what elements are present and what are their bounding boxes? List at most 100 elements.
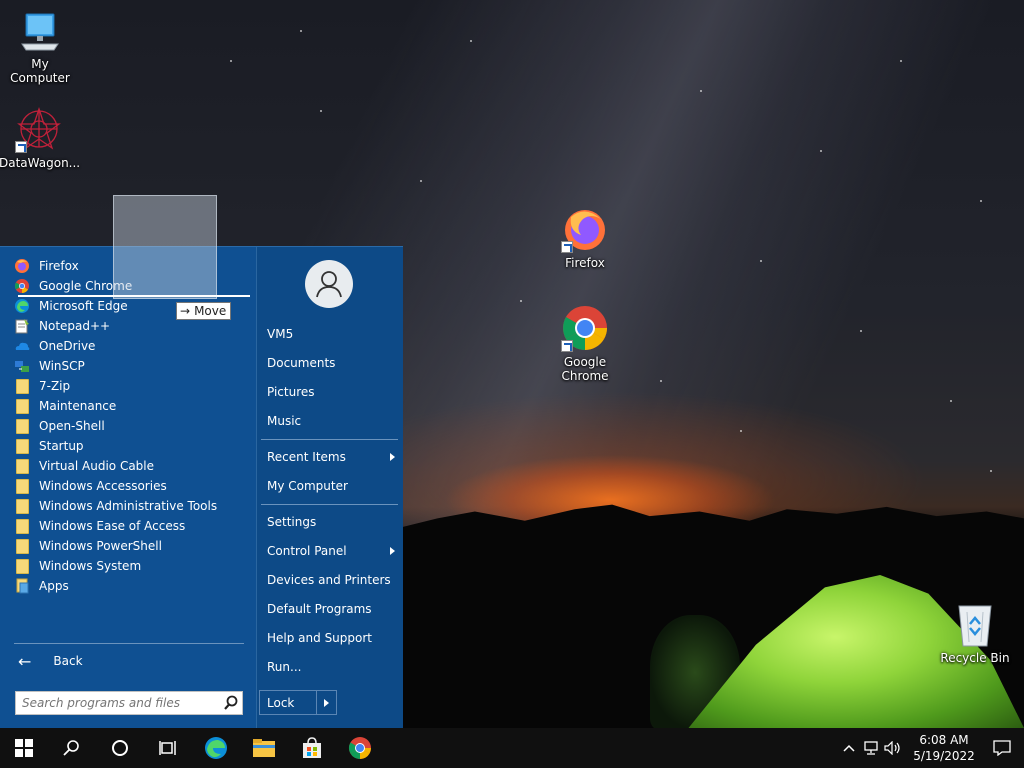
folder-icon bbox=[16, 378, 29, 394]
menu-label: Default Programs bbox=[267, 602, 372, 616]
menu-label: Documents bbox=[267, 356, 336, 370]
desktop-icon-firefox[interactable]: Firefox bbox=[545, 205, 625, 270]
store-icon bbox=[303, 737, 321, 758]
program-label: Windows System bbox=[39, 559, 142, 573]
divider bbox=[14, 643, 244, 644]
taskbar-edge[interactable] bbox=[192, 728, 240, 768]
submenu-arrow-icon bbox=[390, 453, 395, 461]
menu-label: Pictures bbox=[267, 385, 315, 399]
drop-insertion-marker bbox=[18, 295, 250, 297]
menu-label: Recent Items bbox=[267, 450, 346, 464]
program-label: Microsoft Edge bbox=[39, 299, 128, 313]
desktop-icon-my-computer[interactable]: My Computer bbox=[0, 10, 80, 85]
desktop-icon-label: Google Chrome bbox=[561, 355, 609, 383]
folder-icon bbox=[16, 398, 29, 414]
computer-icon bbox=[18, 10, 62, 54]
task-view-button[interactable] bbox=[144, 728, 192, 768]
drag-move-tooltip: → Move bbox=[176, 302, 231, 320]
user-avatar[interactable] bbox=[305, 260, 353, 308]
program-folder-windows-ease-of-access[interactable]: Windows Ease of Access bbox=[14, 516, 244, 536]
program-folder-windows-admin-tools[interactable]: Windows Administrative Tools bbox=[14, 496, 244, 516]
clock[interactable]: 6:08 AM 5/19/2022 bbox=[908, 732, 980, 764]
start-button[interactable] bbox=[0, 728, 48, 768]
back-label: Back bbox=[53, 654, 83, 668]
firefox-icon bbox=[14, 258, 31, 274]
folder-icon bbox=[16, 538, 29, 554]
program-item-apps[interactable]: Apps bbox=[14, 576, 244, 596]
menu-label: Devices and Printers bbox=[267, 573, 391, 587]
firefox-icon bbox=[561, 205, 609, 253]
menu-music[interactable]: Music bbox=[267, 411, 395, 431]
menu-label: Control Panel bbox=[267, 544, 347, 558]
program-folder-open-shell[interactable]: Open-Shell bbox=[14, 416, 244, 436]
show-hidden-icons-chevron-icon[interactable] bbox=[838, 728, 860, 768]
chrome-icon bbox=[349, 737, 371, 759]
program-label: OneDrive bbox=[39, 339, 96, 353]
desktop-icon-recycle-bin[interactable]: Recycle Bin bbox=[935, 602, 1015, 665]
back-button[interactable]: ← Back bbox=[18, 651, 83, 671]
folder-icon bbox=[16, 558, 29, 574]
program-folder-windows-accessories[interactable]: Windows Accessories bbox=[14, 476, 244, 496]
move-arrow-icon: → bbox=[180, 304, 191, 318]
folder-icon bbox=[16, 458, 29, 474]
shortcut-arrow-icon bbox=[15, 141, 27, 153]
program-item-winscp[interactable]: WinSCP bbox=[14, 356, 244, 376]
action-center-button[interactable] bbox=[980, 728, 1024, 768]
taskbar-store[interactable] bbox=[288, 728, 336, 768]
datawagon-icon bbox=[15, 105, 63, 153]
program-label: Open-Shell bbox=[39, 419, 105, 433]
program-label: Maintenance bbox=[39, 399, 117, 413]
divider bbox=[261, 504, 398, 505]
program-folder-windows-powershell[interactable]: Windows PowerShell bbox=[14, 536, 244, 556]
program-folder-virtual-audio-cable[interactable]: Virtual Audio Cable bbox=[14, 456, 244, 476]
search-button[interactable] bbox=[48, 728, 96, 768]
menu-settings[interactable]: Settings bbox=[267, 512, 395, 532]
menu-control-panel[interactable]: Control Panel bbox=[267, 541, 395, 561]
menu-label: VM5 bbox=[267, 327, 294, 341]
program-folder-7zip[interactable]: 7-Zip bbox=[14, 376, 244, 396]
menu-default-programs[interactable]: Default Programs bbox=[267, 599, 395, 619]
program-label: Virtual Audio Cable bbox=[39, 459, 155, 473]
volume-icon[interactable] bbox=[882, 728, 904, 768]
program-folder-maintenance[interactable]: Maintenance bbox=[14, 396, 244, 416]
clock-date: 5/19/2022 bbox=[913, 749, 975, 763]
menu-user-folder[interactable]: VM5 bbox=[267, 324, 395, 344]
lock-button[interactable]: Lock bbox=[259, 690, 337, 715]
menu-devices-printers[interactable]: Devices and Printers bbox=[267, 570, 395, 590]
shutdown-options-button[interactable] bbox=[316, 691, 336, 714]
edge-icon bbox=[14, 298, 31, 314]
notification-icon bbox=[993, 740, 1011, 756]
menu-label: Settings bbox=[267, 515, 317, 529]
winscp-icon bbox=[14, 358, 31, 374]
program-label: 7-Zip bbox=[39, 379, 71, 393]
program-item-onedrive[interactable]: OneDrive bbox=[14, 336, 244, 356]
desktop-icon-chrome[interactable]: Google Chrome bbox=[545, 304, 625, 383]
search-box[interactable] bbox=[15, 691, 243, 715]
search-icon[interactable] bbox=[220, 692, 242, 714]
program-label: Firefox bbox=[39, 259, 79, 273]
network-icon[interactable] bbox=[860, 728, 882, 768]
desktop-icon-datawagon[interactable]: DataWagon... bbox=[0, 105, 80, 170]
menu-label: Run... bbox=[267, 660, 302, 674]
taskbar: 6:08 AM 5/19/2022 bbox=[0, 728, 1024, 768]
menu-my-computer[interactable]: My Computer bbox=[267, 476, 395, 496]
program-folder-startup[interactable]: Startup bbox=[14, 436, 244, 456]
menu-label: My Computer bbox=[267, 479, 348, 493]
cortana-button[interactable] bbox=[96, 728, 144, 768]
menu-help-support[interactable]: Help and Support bbox=[267, 628, 395, 648]
menu-documents[interactable]: Documents bbox=[267, 353, 395, 373]
tooltip-label: Move bbox=[194, 304, 227, 318]
taskbar-chrome[interactable] bbox=[336, 728, 384, 768]
menu-recent-items[interactable]: Recent Items bbox=[267, 447, 395, 467]
chrome-icon bbox=[14, 278, 31, 294]
program-label: Windows Administrative Tools bbox=[39, 499, 218, 513]
user-icon bbox=[316, 271, 342, 298]
places-pane: VM5 Documents Pictures Music Recent Item… bbox=[256, 247, 403, 729]
taskbar-file-explorer[interactable] bbox=[240, 728, 288, 768]
menu-label: Music bbox=[267, 414, 302, 428]
menu-run[interactable]: Run... bbox=[267, 657, 395, 677]
lock-label: Lock bbox=[267, 695, 295, 710]
search-input[interactable] bbox=[16, 693, 220, 713]
program-folder-windows-system[interactable]: Windows System bbox=[14, 556, 244, 576]
menu-pictures[interactable]: Pictures bbox=[267, 382, 395, 402]
